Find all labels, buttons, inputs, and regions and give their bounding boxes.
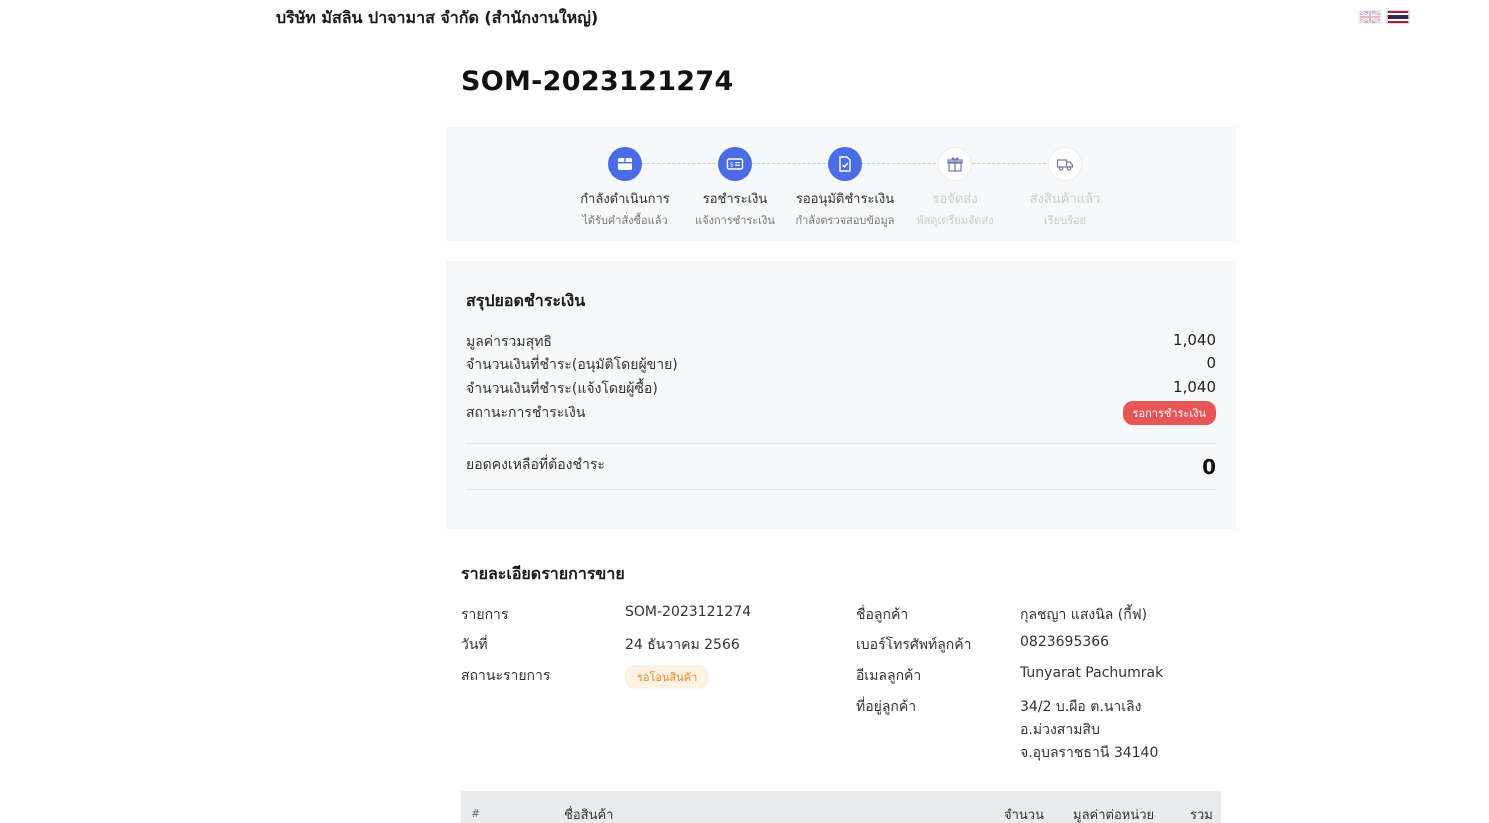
company-name: บริษัท มัสลิน ปาจามาส จำกัด (สำนักงานใหญ… (276, 8, 599, 27)
summary-row-paid-reported: จำนวนเงินที่ชำระ(แจ้งโดยผู้ซื้อ) 1,040 (466, 378, 1216, 400)
column-header-total: รวม (1190, 808, 1213, 823)
step-label: ส่งสินค้าแล้ว (1029, 192, 1101, 207)
step-awaiting-approval: รออนุมัติชำระเงิน กำลังตรวจสอบข้อมูล (785, 147, 905, 229)
step-label: รออนุมัติชำระเงิน (795, 192, 895, 207)
step-label: รอจัดส่ง (932, 192, 978, 207)
customer-email-label: อีเมลลูกค้า (856, 668, 922, 684)
customer-name-value: กุลชญา แสงนิล (กี้ฟ) (1020, 607, 1148, 623)
summary-row-value: 1,040 (1173, 378, 1216, 396)
sale-details-title: รายละเอียดรายการขาย (461, 564, 625, 583)
remaining-balance-label: ยอดคงเหลือที่ต้องชำระ (466, 457, 605, 473)
summary-row-paid-approved: จำนวนเงินที่ชำระ(อนุมัติโดยผู้ขาย) 0 (466, 354, 1216, 376)
svg-text:$: $ (730, 161, 734, 168)
customer-phone-value: 0823695366 (1020, 634, 1110, 650)
summary-row-label: จำนวนเงินที่ชำระ(อนุมัติโดยผู้ขาย) (466, 357, 678, 373)
summary-row-payment-status: สถานะการชำระเงิน รอการชำระเงิน (466, 401, 1216, 425)
step-awaiting-payment: $ รอชำระเงิน แจ้งการชำระเงิน (675, 147, 795, 229)
step-sublabel: พัสดุเตรียมจัดส่ง (916, 214, 994, 227)
order-status-badge: รอโอนสินค้า (625, 665, 710, 689)
order-status-label: สถานะรายการ (461, 668, 551, 684)
order-progress-panel: กำลังดำเนินการ ได้รับคำสั่งซื้อแล้ว $ รอ… (446, 127, 1236, 241)
date-label: วันที่ (461, 637, 488, 653)
step-sublabel: กำลังตรวจสอบข้อมูล (795, 214, 895, 227)
divider (466, 489, 1216, 490)
step-shipped: ส่งสินค้าแล้ว เรียบร้อย (1005, 147, 1125, 229)
step-sublabel: แจ้งการชำระเงิน (695, 214, 775, 227)
step-label: กำลังดำเนินการ (580, 192, 670, 207)
column-header-index: # (471, 807, 481, 820)
summary-row-label: สถานะการชำระเงิน (466, 405, 586, 421)
payment-summary-title: สรุปยอดชำระเงิน (466, 291, 586, 310)
customer-address-line: อ.ม่วงสามสิบ (1020, 722, 1100, 738)
date-value: 24 ธันวาคม 2566 (625, 637, 740, 653)
uk-flag-icon[interactable] (1358, 10, 1382, 24)
customer-address-label: ที่อยู่ลูกค้า (856, 699, 917, 715)
column-header-product: ชื่อสินค้า (564, 808, 614, 823)
language-switcher (1358, 10, 1410, 24)
order-number-title: SOM-2023121274 (461, 66, 734, 97)
customer-phone-label: เบอร์โทรศัพท์ลูกค้า (856, 637, 972, 653)
items-table-header: # ชื่อสินค้า จำนวน มูลค่าต่อหน่วย รวม (461, 791, 1221, 823)
divider (466, 443, 1216, 444)
step-label: รอชำระเงิน (702, 192, 768, 207)
thai-flag-icon[interactable] (1386, 10, 1410, 24)
summary-row-value: 0 (1206, 354, 1216, 372)
step-sublabel: ได้รับคำสั่งซื้อแล้ว (582, 214, 668, 227)
gift-box-icon (938, 147, 972, 181)
box-icon (608, 147, 642, 181)
column-header-unit-price: มูลค่าต่อหน่วย (1073, 808, 1155, 823)
customer-address-line: จ.อุบลราชธานี 34140 (1020, 745, 1159, 761)
customer-email-value: Tunyarat Pachumrak (1020, 665, 1164, 681)
summary-row-value: 1,040 (1173, 331, 1216, 349)
payment-card-icon: $ (718, 147, 752, 181)
summary-row-label: มูลค่ารวมสุทธิ (466, 334, 552, 350)
order-value: SOM-2023121274 (625, 604, 752, 620)
document-check-icon (828, 147, 862, 181)
customer-name-label: ชื่อลูกค้า (856, 607, 909, 623)
customer-address-line: 34/2 บ.ผือ ต.นาเลิง (1020, 699, 1142, 715)
summary-row-net-total: มูลค่ารวมสุทธิ 1,040 (466, 331, 1216, 353)
remaining-balance-value: 0 (1202, 455, 1216, 479)
payment-summary-panel: สรุปยอดชำระเงิน มูลค่ารวมสุทธิ 1,040 จำน… (446, 261, 1236, 529)
step-awaiting-shipping: รอจัดส่ง พัสดุเตรียมจัดส่ง (895, 147, 1015, 229)
order-label: รายการ (461, 607, 509, 623)
step-processing: กำลังดำเนินการ ได้รับคำสั่งซื้อแล้ว (565, 147, 685, 229)
column-header-quantity: จำนวน (1004, 808, 1044, 823)
step-sublabel: เรียบร้อย (1043, 214, 1087, 227)
truck-icon (1048, 147, 1082, 181)
payment-status-badge: รอการชำระเงิน (1122, 401, 1216, 425)
summary-row-label: จำนวนเงินที่ชำระ(แจ้งโดยผู้ซื้อ) (466, 381, 658, 397)
